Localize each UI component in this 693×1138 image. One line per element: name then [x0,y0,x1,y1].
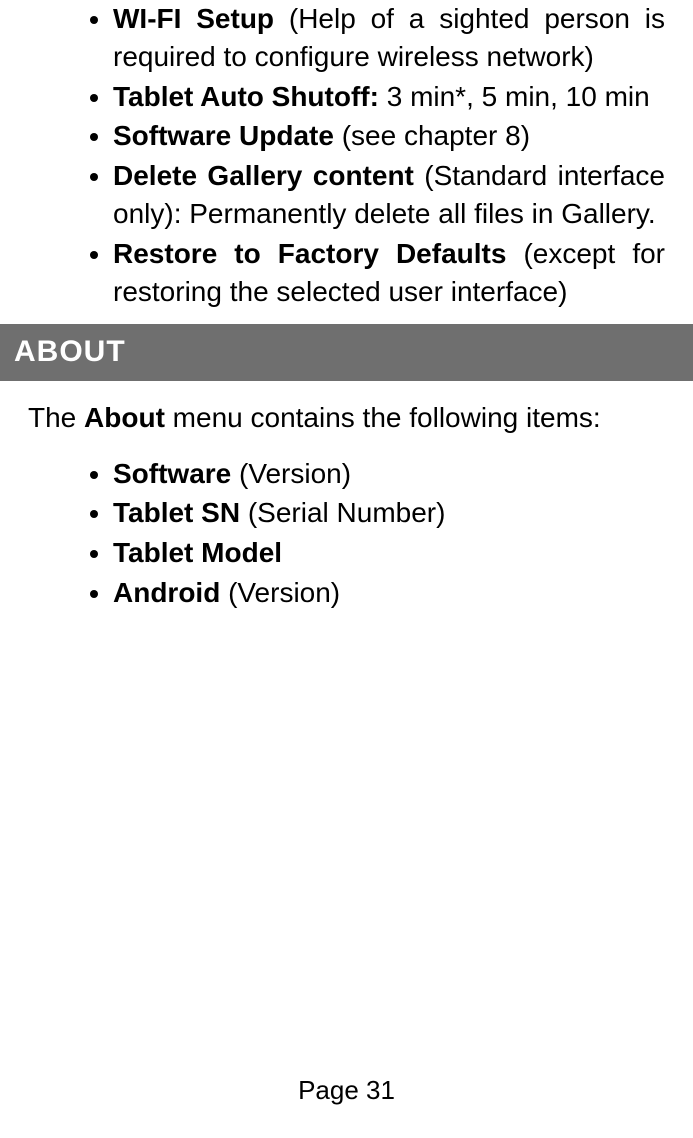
item-desc: 3 min*, 5 min, 10 min [379,81,650,112]
about-section-header: ABOUT [0,324,693,381]
item-desc: (Version) [231,458,351,489]
list-item: Tablet SN (Serial Number) [113,494,665,532]
intro-pre: The [28,402,84,433]
list-item: Tablet Model [113,534,665,572]
list-item: Restore to Factory Defaults (except for … [113,235,665,311]
about-intro: The About menu contains the following it… [28,399,665,437]
settings-list: WI-FI Setup (Help of a sighted person is… [28,0,665,310]
list-item: WI-FI Setup (Help of a sighted person is… [113,0,665,76]
intro-bold: About [84,402,165,433]
list-item: Tablet Auto Shutoff: 3 min*, 5 min, 10 m… [113,78,665,116]
item-desc: (Version) [220,577,340,608]
list-item: Software (Version) [113,455,665,493]
item-title: Delete Gallery content [113,160,414,191]
about-list: Software (Version) Tablet SN (Serial Num… [28,455,665,612]
item-title: Tablet SN [113,497,240,528]
list-item: Software Update (see chapter 8) [113,117,665,155]
page-number: Page 31 [0,1073,693,1108]
item-title: Software [113,458,231,489]
item-title: Software Update [113,120,334,151]
item-title: Tablet Model [113,537,282,568]
item-desc: (see chapter 8) [334,120,530,151]
item-desc: (Serial Number) [240,497,445,528]
item-title: WI-FI Setup [113,3,274,34]
list-item: Android (Version) [113,574,665,612]
item-title: Tablet Auto Shutoff: [113,81,379,112]
intro-post: menu contains the following items: [165,402,601,433]
item-title: Android [113,577,220,608]
list-item: Delete Gallery content (Standard interfa… [113,157,665,233]
item-title: Restore to Factory Defaults [113,238,506,269]
